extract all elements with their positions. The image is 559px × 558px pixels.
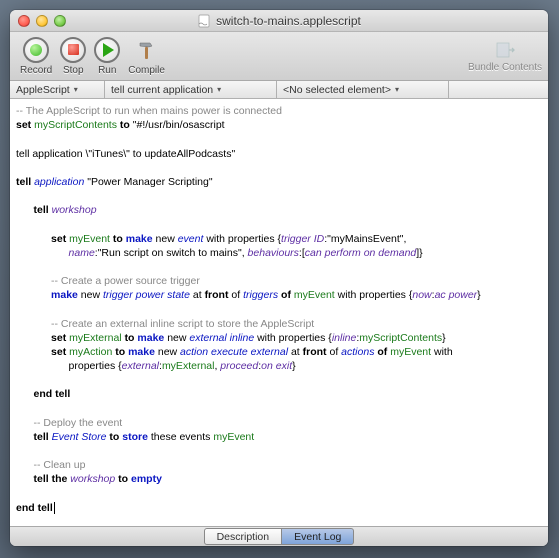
zoom-icon[interactable] — [54, 15, 66, 27]
code-editor[interactable]: -- The AppleScript to run when mains pow… — [10, 99, 548, 526]
run-button[interactable]: Run — [94, 37, 120, 76]
bundle-icon — [494, 40, 516, 60]
navigation-bar: AppleScript ▾ tell current application ▾… — [10, 81, 548, 99]
chevron-down-icon: ▾ — [395, 85, 399, 94]
bottom-bar: Description Event Log — [10, 526, 548, 546]
toolbar: Record Stop Run Compile Bundle Contents — [10, 32, 548, 81]
minimize-icon[interactable] — [36, 15, 48, 27]
record-button[interactable]: Record — [20, 37, 52, 76]
chevron-down-icon: ▾ — [74, 85, 78, 94]
element-label: <No selected element> — [283, 84, 391, 96]
stop-button[interactable]: Stop — [60, 37, 86, 76]
nav-spacer — [449, 81, 548, 98]
script-icon — [197, 14, 211, 28]
comment: -- The AppleScript to run when mains pow… — [16, 105, 282, 117]
chevron-down-icon: ▾ — [217, 85, 221, 94]
compile-label: Compile — [128, 65, 165, 76]
applescript-editor-window: switch-to-mains.applescript Record Stop … — [10, 10, 548, 546]
titlebar[interactable]: switch-to-mains.applescript — [10, 10, 548, 32]
tab-event-log[interactable]: Event Log — [281, 528, 354, 545]
run-label: Run — [98, 65, 116, 76]
bundle-contents-button[interactable]: Bundle Contents — [468, 40, 542, 73]
traffic-lights — [18, 15, 66, 27]
stop-label: Stop — [63, 65, 84, 76]
language-popup[interactable]: AppleScript ▾ — [10, 81, 105, 98]
text-cursor — [54, 502, 55, 514]
title-text: switch-to-mains.applescript — [216, 14, 361, 28]
target-popup[interactable]: tell current application ▾ — [105, 81, 277, 98]
target-label: tell current application — [111, 84, 213, 96]
tab-description[interactable]: Description — [204, 528, 283, 545]
element-popup[interactable]: <No selected element> ▾ — [277, 81, 449, 98]
hammer-icon — [134, 37, 160, 63]
bundle-label: Bundle Contents — [468, 62, 542, 73]
window-title: switch-to-mains.applescript — [10, 14, 548, 28]
language-label: AppleScript — [16, 84, 70, 96]
compile-button[interactable]: Compile — [128, 37, 165, 76]
record-label: Record — [20, 65, 52, 76]
close-icon[interactable] — [18, 15, 30, 27]
